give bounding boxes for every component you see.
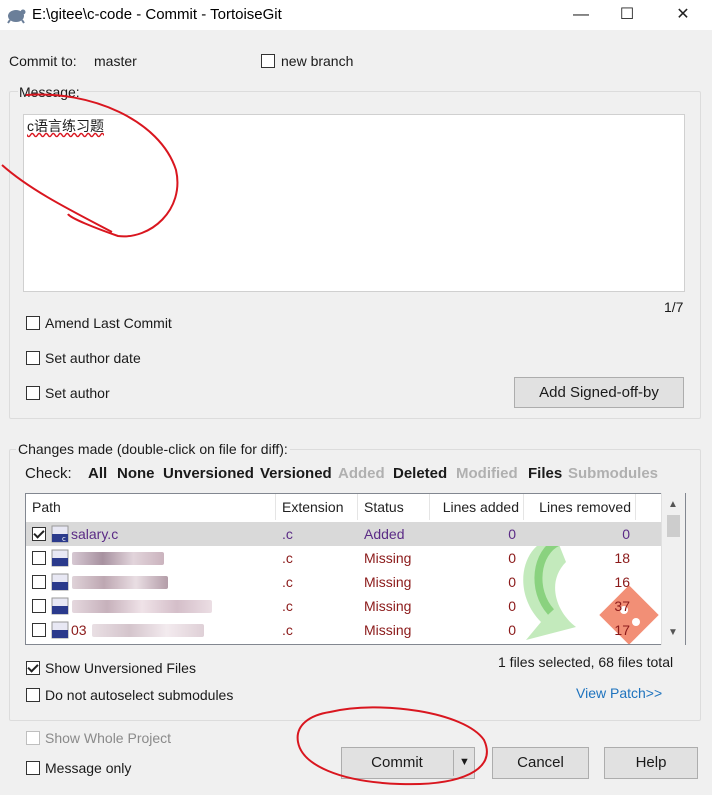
help-button[interactable]: Help [604,747,698,779]
redacted-filename [72,552,164,565]
row-lines-removed: 18 [614,550,630,566]
add-signed-off-button[interactable]: Add Signed-off-by [514,377,684,408]
row-extension: .c [282,526,293,542]
changes-label: Changes made (double-click on file for d… [16,441,290,457]
filter-all[interactable]: All [88,465,107,482]
row-checkbox[interactable] [32,623,46,637]
c-file-icon: c [51,525,69,543]
message-textarea[interactable]: c语言练习题 [23,114,685,292]
commit-to-label: Commit to: [9,53,77,69]
close-button[interactable]: ✕ [660,0,706,30]
table-row[interactable]: .c Missing 0 18 [26,546,662,570]
set-author-checkbox[interactable] [26,386,40,400]
row-lines-removed: 0 [622,526,630,542]
filter-unversioned[interactable]: Unversioned [163,465,254,482]
new-branch-checkbox[interactable] [261,54,275,68]
cancel-button[interactable]: Cancel [492,747,589,779]
row-lines-added: 0 [508,598,516,614]
filter-modified[interactable]: Modified [456,465,518,482]
amend-label: Amend Last Commit [45,315,172,331]
branch-name: master [94,53,137,69]
scroll-down-icon[interactable]: ▼ [668,627,678,638]
table-row[interactable]: 03 .c Missing 0 17 [26,618,662,642]
row-path: 03 [71,622,87,638]
file-list-scrollbar[interactable]: ▲ ▼ [661,493,685,645]
redacted-filename [92,624,204,637]
message-text: c语言练习题 [27,118,104,134]
filter-submodules[interactable]: Submodules [568,465,658,482]
author-date-label: Set author date [45,350,141,366]
row-status: Missing [364,574,412,590]
amend-checkbox[interactable] [26,316,40,330]
row-checkbox[interactable] [32,599,46,613]
filter-files[interactable]: Files [528,465,562,482]
row-status: Missing [364,622,412,638]
new-branch-label: new branch [281,53,354,69]
show-whole-project-label: Show Whole Project [45,730,172,746]
row-checkbox[interactable] [32,551,46,565]
author-date-checkbox[interactable] [26,351,40,365]
c-file-icon [51,597,69,615]
c-file-icon [51,621,69,639]
view-patch-link[interactable]: View Patch>> [576,685,662,701]
column-header-path[interactable]: Path [26,494,276,520]
scroll-thumb[interactable] [667,515,680,537]
split-divider [453,750,454,776]
no-autoselect-label: Do not autoselect submodules [45,687,234,703]
filter-none[interactable]: None [117,465,155,482]
filter-versioned[interactable]: Versioned [260,465,332,482]
filter-deleted[interactable]: Deleted [393,465,447,482]
filter-added[interactable]: Added [338,465,385,482]
row-extension: .c [282,574,293,590]
row-lines-removed: 17 [614,622,630,638]
row-path: salary.c [71,526,119,542]
row-extension: .c [282,598,293,614]
row-extension: .c [282,622,293,638]
title-bar: E:\gitee\c-code - Commit - TortoiseGit —… [0,0,712,30]
c-file-icon [51,573,69,591]
check-label: Check: [25,465,72,482]
column-header-status[interactable]: Status [358,494,430,520]
c-file-icon [51,549,69,567]
row-lines-removed: 37 [614,598,630,614]
show-whole-project-checkbox[interactable] [26,731,40,745]
row-status: Missing [364,550,412,566]
line-counter: 1/7 [664,299,684,315]
message-only-checkbox[interactable] [26,761,40,775]
minimize-button[interactable]: — [558,0,604,30]
row-lines-removed: 16 [614,574,630,590]
row-extension: .c [282,550,293,566]
row-lines-added: 0 [508,574,516,590]
table-row[interactable]: c salary.c .c Added 0 0 [26,522,662,546]
message-only-label: Message only [45,760,132,776]
message-label: Message: [18,84,81,100]
column-header-extension[interactable]: Extension [276,494,358,520]
tortoisegit-icon [7,9,26,24]
maximize-button[interactable]: ☐ [604,0,650,30]
commit-button[interactable]: Commit [341,747,475,779]
row-status: Added [364,526,405,542]
redacted-filename [72,600,212,613]
set-author-label: Set author [45,385,110,401]
table-row[interactable]: .c Missing 0 37 [26,594,662,618]
row-checkbox[interactable] [32,575,46,589]
commit-button-label: Commit [371,754,423,771]
selection-summary: 1 files selected, 68 files total [498,654,674,670]
show-unversioned-checkbox[interactable] [26,661,40,675]
file-list[interactable]: Path Extension Status Lines added Lines … [25,493,686,645]
window-title: E:\gitee\c-code - Commit - TortoiseGit [32,6,282,23]
show-unversioned-label: Show Unversioned Files [45,660,196,676]
dropdown-arrow-icon[interactable]: ▼ [459,756,470,768]
svg-text:c: c [62,535,66,543]
row-lines-added: 0 [508,622,516,638]
table-row[interactable]: .c Missing 0 16 [26,570,662,594]
row-checkbox[interactable] [32,527,46,541]
row-status: Missing [364,598,412,614]
no-autoselect-checkbox[interactable] [26,688,40,702]
redacted-filename [72,576,168,589]
scroll-up-icon[interactable]: ▲ [668,499,678,510]
row-lines-added: 0 [508,526,516,542]
row-lines-added: 0 [508,550,516,566]
